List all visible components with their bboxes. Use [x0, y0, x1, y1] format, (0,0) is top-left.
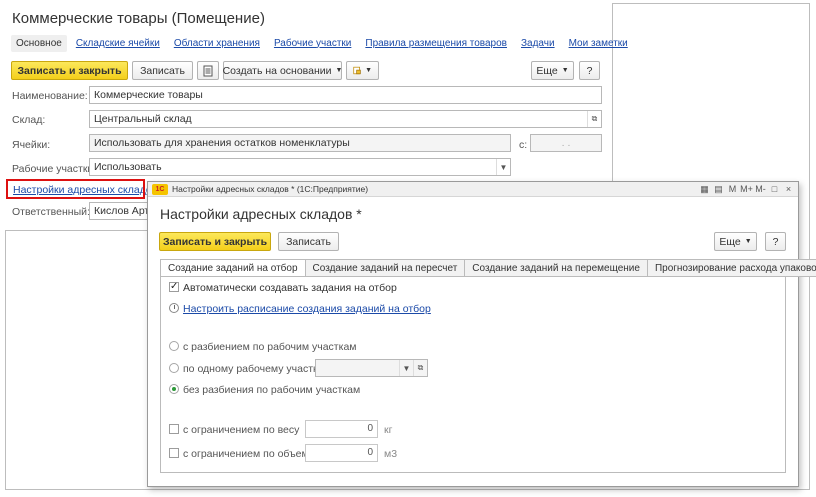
window-controls: ▦ ▤ M M+ M- □ × — [699, 183, 794, 195]
work-areas-value: Использовать — [94, 161, 162, 173]
memory-plus-icon[interactable]: M+ — [740, 183, 753, 195]
dialog-titlebar: 1С Настройки адресных складов * (1С:Пред… — [148, 182, 798, 197]
nav-tasks[interactable]: Задачи — [516, 35, 560, 52]
tab-picking-tasks[interactable]: Создание заданий на отбор — [160, 259, 306, 277]
more-button[interactable]: Еще ▼ — [531, 61, 574, 80]
close-icon[interactable]: × — [783, 183, 794, 195]
radio-no-split-label: без разбиения по рабочим участкам — [183, 384, 361, 396]
document-icon — [203, 65, 213, 76]
dialog-save-close-button[interactable]: Записать и закрыть — [159, 232, 271, 251]
nav-storage-areas[interactable]: Области хранения — [169, 35, 265, 52]
report-menu-button[interactable]: ▼ — [346, 61, 379, 80]
chevron-down-icon: ▼ — [744, 238, 752, 245]
radio-single-area-label: по одному рабочему участку — [183, 363, 324, 375]
help-button[interactable]: ? — [579, 61, 600, 80]
save-close-button[interactable]: Записать и закрыть — [11, 61, 128, 80]
open-icon[interactable]: ⧉ — [587, 111, 601, 127]
cells-label: Ячейки: — [12, 139, 51, 151]
volume-limit-label: с ограничением по объему — [183, 448, 315, 460]
volume-limit-field[interactable]: 0 — [305, 444, 378, 462]
nav-placement-rules[interactable]: Правила размещения товаров — [360, 35, 512, 52]
maximize-icon[interactable]: □ — [769, 183, 780, 195]
warehouse-field[interactable]: Центральный склад ⧉ — [89, 110, 602, 128]
memory-minus-icon[interactable]: M- — [755, 183, 766, 195]
schedule-link[interactable]: Настроить расписание создания заданий на… — [183, 303, 431, 315]
volume-unit: м3 — [384, 448, 398, 460]
weight-unit: кг — [384, 424, 393, 436]
nav-my-notes[interactable]: Мои заметки — [564, 35, 633, 52]
onec-logo-icon: 1С — [152, 184, 168, 195]
more-label: Еще — [536, 64, 558, 77]
chevron-down-icon: ▼ — [561, 67, 569, 74]
responsible-label: Ответственный: — [12, 206, 90, 218]
from-date-field[interactable]: . . — [530, 134, 602, 152]
dialog-more-label: Еще — [719, 235, 741, 248]
calendar-icon[interactable]: ▦ — [699, 183, 710, 195]
name-field[interactable]: Коммерческие товары — [89, 86, 602, 104]
weight-limit-label: с ограничением по весу — [183, 424, 300, 436]
print-button[interactable] — [197, 61, 219, 80]
nav-work-areas[interactable]: Рабочие участки — [269, 35, 356, 52]
radio-split-by-areas[interactable] — [169, 341, 179, 351]
weight-limit-field[interactable]: 0 — [305, 420, 378, 438]
screenshot: Коммерческие товары (Помещение) Основное… — [0, 0, 816, 497]
dialog-caption: Настройки адресных складов * (1С:Предпри… — [172, 184, 369, 194]
volume-limit-checkbox[interactable] — [169, 448, 179, 458]
nav-main[interactable]: Основное — [11, 34, 67, 52]
chevron-down-icon: ▼ — [365, 67, 372, 74]
open-icon[interactable]: ⧉ — [413, 360, 427, 376]
auto-create-label: Автоматически создавать задания на отбор — [183, 282, 397, 294]
from-date-label: с: — [519, 139, 528, 151]
work-area-select[interactable]: ▼ ⧉ — [315, 359, 428, 377]
create-based-on-button[interactable]: Создать на основании ▼ — [223, 61, 342, 80]
auto-create-checkbox[interactable]: ✓ — [169, 282, 179, 292]
tab-moving-tasks[interactable]: Создание заданий на перемещение — [465, 259, 648, 277]
nav-storage-cells[interactable]: Складские ячейки — [71, 35, 165, 52]
weight-limit-checkbox[interactable] — [169, 424, 179, 434]
chevron-down-icon: ▼ — [335, 67, 343, 74]
chevron-down-icon[interactable]: ▼ — [496, 159, 510, 175]
form-nav: Основное Складские ячейки Области хранен… — [11, 33, 637, 53]
save-button[interactable]: Записать — [132, 61, 193, 80]
cells-field[interactable]: Использовать для хранения остатков номен… — [89, 134, 511, 152]
calculator-icon[interactable]: ▤ — [713, 183, 724, 195]
dialog-save-button[interactable]: Записать — [278, 232, 339, 251]
dialog-title: Настройки адресных складов * — [160, 206, 362, 222]
warehouse-label: Склад: — [12, 114, 46, 126]
warehouse-value: Центральный склад — [94, 113, 192, 125]
dialog-more-button[interactable]: Еще ▼ — [714, 232, 757, 251]
address-settings-dialog: 1С Настройки адресных складов * (1С:Пред… — [147, 181, 816, 487]
tab-recount-tasks[interactable]: Создание заданий на пересчет — [305, 259, 466, 277]
clock-icon — [169, 303, 179, 313]
radio-no-split[interactable] — [169, 384, 179, 394]
highlight-frame — [6, 179, 145, 199]
responsible-field[interactable]: Кислов Арте — [89, 202, 149, 220]
name-label: Наименование: — [12, 90, 88, 102]
radio-single-area[interactable] — [169, 363, 179, 373]
radio-split-by-areas-label: с разбиением по рабочим участкам — [183, 341, 357, 353]
work-areas-field[interactable]: Использовать ▼ — [89, 158, 511, 176]
page-title: Коммерческие товары (Помещение) — [12, 10, 265, 27]
work-areas-label: Рабочие участки: — [12, 163, 97, 175]
dialog-help-button[interactable]: ? — [765, 232, 786, 251]
memory-icon[interactable]: M — [727, 183, 738, 195]
create-based-on-label: Создать на основании — [222, 64, 332, 77]
tab-package-forecast[interactable]: Прогнозирование расхода упаковок — [647, 259, 816, 277]
settings-tabs: Создание заданий на отбор Создание задан… — [160, 259, 816, 277]
report-icon — [353, 66, 361, 75]
chevron-down-icon[interactable]: ▼ — [399, 360, 413, 376]
